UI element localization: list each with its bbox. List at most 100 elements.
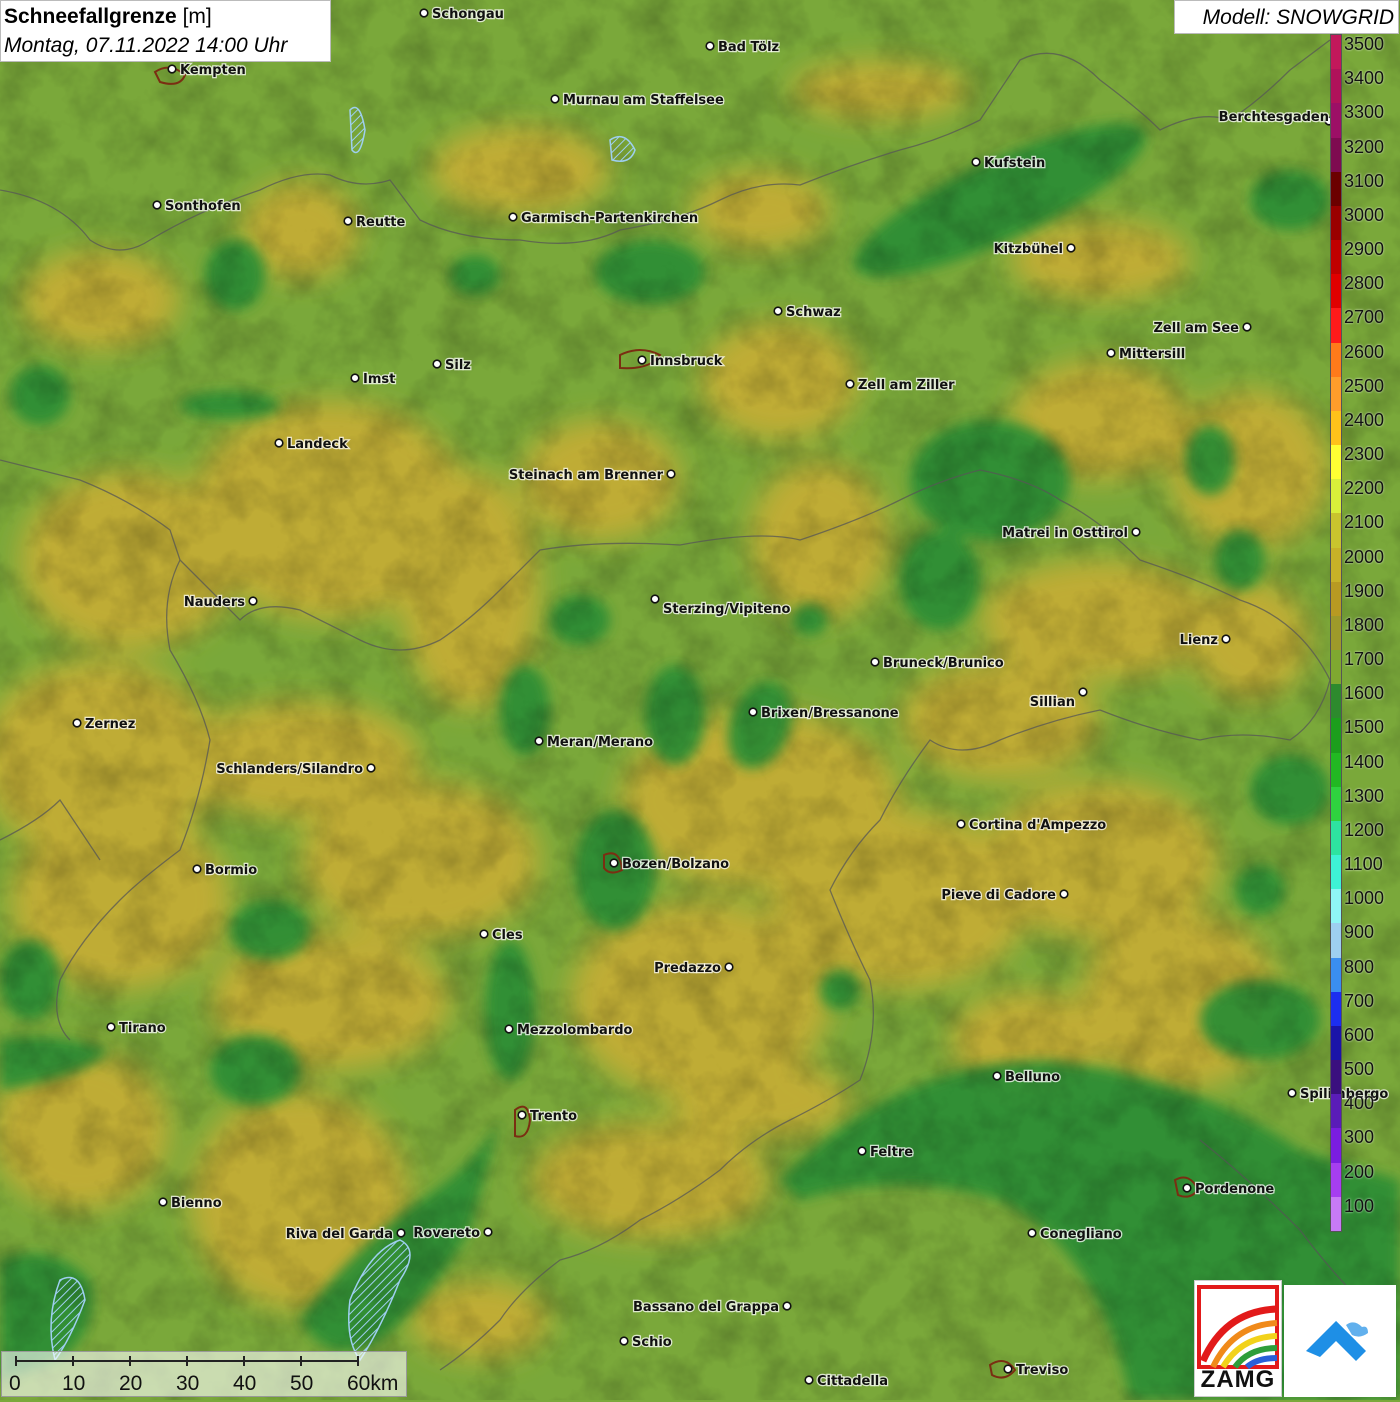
city-dot — [1106, 348, 1116, 358]
city-label: Schlanders/Silandro — [216, 762, 363, 777]
city-label: Mittersill — [1119, 347, 1185, 362]
legend-swatch — [1331, 752, 1341, 788]
city-dot — [534, 736, 544, 746]
city-label: Bormio — [205, 863, 257, 878]
city-dot — [343, 216, 353, 226]
city-marker: Kempten — [167, 62, 247, 79]
legend-swatch — [1331, 445, 1341, 480]
city-dot — [517, 1110, 527, 1120]
legend-swatch — [1331, 513, 1341, 549]
city-marker: Garmisch-Partenkirchen — [508, 210, 699, 227]
legend-swatch — [1331, 137, 1341, 173]
legend-value: 2800 — [1344, 273, 1385, 294]
legend-swatch — [1331, 479, 1341, 514]
scale-tick — [72, 1356, 74, 1366]
city-label: Kitzbühel — [994, 242, 1063, 257]
city-dot — [773, 306, 783, 316]
legend-swatch — [1331, 274, 1341, 309]
city-label: Schwaz — [786, 305, 841, 320]
legend-value: 600 — [1344, 1024, 1375, 1045]
city-label: Bozen/Bolzano — [622, 857, 729, 872]
legend-swatch — [1331, 171, 1341, 207]
city-dot — [804, 1375, 814, 1385]
city-label: Bad Tölz — [718, 40, 779, 55]
map-title-box: Schneefallgrenze [m] Montag, 07.11.2022 … — [0, 0, 331, 62]
city-label: Mezzolombardo — [517, 1023, 633, 1038]
legend-swatch — [1331, 103, 1341, 138]
legend-swatch — [1331, 410, 1341, 446]
scale-label: 60km — [347, 1372, 399, 1395]
legend-value: 3100 — [1344, 170, 1385, 191]
city-label: Tirano — [119, 1021, 166, 1036]
city-dot — [350, 373, 360, 383]
city-marker: Brixen/Bressanone — [748, 705, 900, 722]
map-title: Schneefallgrenze [m] — [4, 5, 212, 29]
scale-label: 50 — [290, 1372, 314, 1395]
city-dot — [724, 962, 734, 972]
city-dot — [1242, 322, 1252, 332]
city-label: Sterzing/Vipiteno — [663, 602, 790, 617]
city-dot — [1027, 1228, 1037, 1238]
city-label: Silz — [445, 358, 471, 373]
city-dot — [508, 212, 518, 222]
legend-color-bar — [1330, 34, 1342, 1232]
legend-value: 2500 — [1344, 375, 1385, 396]
city-dot — [419, 8, 429, 18]
legend-swatch — [1331, 308, 1341, 344]
city-dot — [248, 596, 258, 606]
city-label: Kempten — [180, 63, 246, 78]
city-label: Sillian — [1030, 695, 1075, 710]
legend-value: 300 — [1344, 1127, 1375, 1148]
city-label: Reutte — [356, 215, 406, 230]
city-marker: Steinach am Brenner — [508, 467, 676, 484]
city-marker: Landeck — [274, 436, 349, 453]
scale-tick — [186, 1356, 188, 1366]
legend-swatch — [1331, 1128, 1341, 1164]
city-label: Feltre — [870, 1145, 913, 1160]
city-label: Kufstein — [984, 156, 1045, 171]
legend-value: 1800 — [1344, 614, 1385, 635]
legend-value: 200 — [1344, 1161, 1375, 1182]
legend-value: 700 — [1344, 990, 1375, 1011]
legend-value: 900 — [1344, 922, 1375, 943]
city-label: Pordenone — [1195, 1182, 1274, 1197]
scale-label: 40 — [233, 1372, 257, 1395]
city-marker: Bad Tölz — [705, 39, 780, 56]
city-dot — [106, 1022, 116, 1032]
city-label: Riva del Garda — [286, 1227, 393, 1242]
legend-swatch — [1331, 376, 1341, 412]
legend-value: 3000 — [1344, 204, 1385, 225]
city-marker: Matrei in Osttirol — [1001, 525, 1141, 542]
city-marker: Innsbruck — [637, 353, 724, 370]
legend-value: 800 — [1344, 956, 1375, 977]
city-dot — [479, 929, 489, 939]
city-label: Treviso — [1016, 1363, 1068, 1378]
city-dot — [158, 1197, 168, 1207]
legend-swatch — [1331, 1196, 1341, 1232]
city-marker: Zell am See — [1152, 320, 1252, 337]
scale-label: 20 — [119, 1372, 143, 1395]
legend-swatch — [1331, 615, 1341, 651]
city-label: Bruneck/Brunico — [883, 656, 1004, 671]
city-label: Cittadella — [817, 1374, 888, 1389]
city-label: Zell am Ziller — [858, 378, 955, 393]
map-date: Montag, 07.11.2022 14:00 Uhr — [4, 34, 288, 57]
legend-value: 2600 — [1344, 341, 1385, 362]
city-dot — [72, 718, 82, 728]
city-label: Sonthofen — [165, 199, 241, 214]
scale-tick — [300, 1356, 302, 1366]
city-marker: Bassano del Grappa — [632, 1299, 792, 1316]
city-dot — [1059, 889, 1069, 899]
scale-tick — [357, 1356, 359, 1366]
legend-value: 3300 — [1344, 102, 1385, 123]
legend-value: 1700 — [1344, 649, 1385, 670]
city-marker: Riva del Garda — [284, 1226, 406, 1243]
scale-label: 30 — [176, 1372, 200, 1395]
legend-swatch — [1331, 855, 1341, 890]
city-marker: Mezzolombardo — [504, 1022, 634, 1039]
legend-value: 2300 — [1344, 444, 1385, 465]
scale-label: 10 — [62, 1372, 86, 1395]
city-dot — [504, 1024, 514, 1034]
city-label: Brixen/Bressanone — [761, 706, 899, 721]
scale-tick — [129, 1356, 131, 1366]
